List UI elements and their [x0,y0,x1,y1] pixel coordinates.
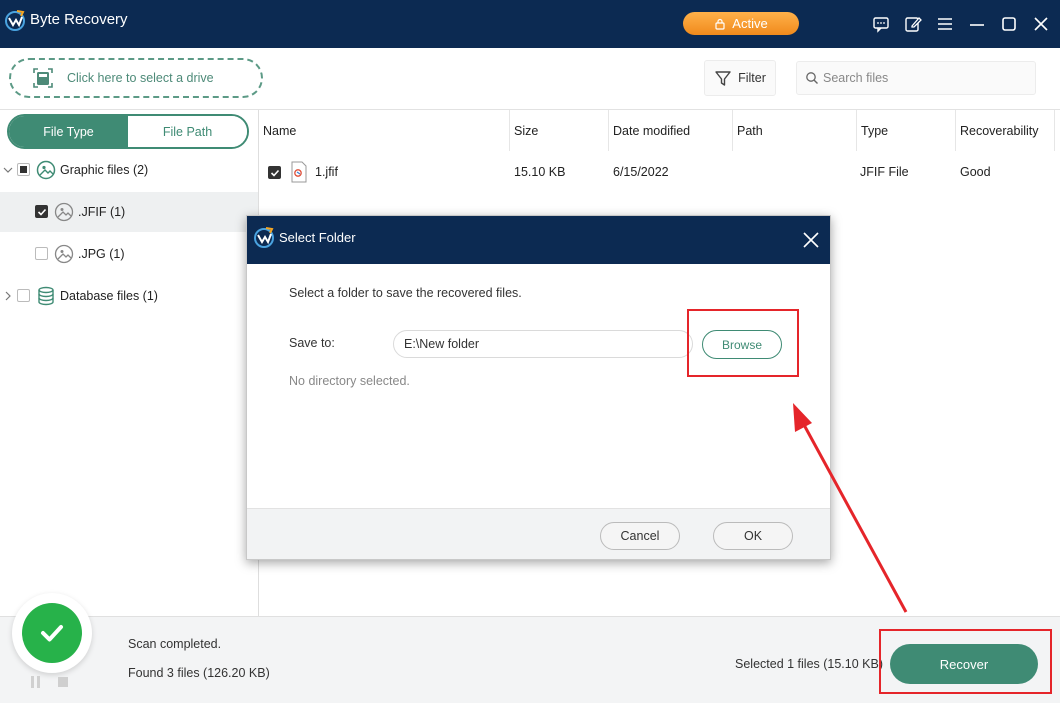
tree-checkbox[interactable] [35,205,48,218]
column-header-type[interactable]: Type [857,110,956,151]
file-recoverability: Good [960,165,991,179]
cancel-button[interactable]: Cancel [600,522,680,550]
filter-button[interactable]: Filter [704,60,776,96]
file-name: 1.jfif [315,165,338,179]
table-row[interactable]: 1.jfif 15.10 KB 6/15/2022 JFIF File Good [259,154,1060,190]
lock-icon [715,18,725,30]
edit-icon[interactable] [903,14,923,34]
file-icon [291,161,307,183]
tree-checkbox[interactable] [17,289,30,302]
tree-item-label: Database files (1) [60,289,158,303]
scan-status-text: Scan completed. [128,637,222,651]
drive-select-button[interactable]: Click here to select a drive [9,58,263,98]
app-title: Byte Recovery [30,11,128,28]
tree-item-jfif[interactable]: .JFIF (1) [0,192,258,232]
tab-file-path[interactable]: File Path [128,116,247,147]
menu-icon[interactable] [935,14,955,34]
filter-icon [715,71,731,86]
dialog-title: Select Folder [279,230,356,245]
minimize-icon[interactable] [967,14,987,34]
search-icon [806,72,818,84]
dialog-title-bar: Select Folder [247,216,830,264]
image-group-icon [36,160,56,180]
directory-hint: No directory selected. [289,374,410,388]
tree-item-jpg[interactable]: .JPG (1) [0,234,258,274]
maximize-icon[interactable] [999,14,1019,34]
dialog-footer: Cancel OK [247,508,830,559]
view-mode-toggle: File Type File Path [7,114,249,149]
filter-label: Filter [738,71,766,85]
image-icon [54,244,74,264]
column-header-name[interactable]: Name [259,110,510,151]
file-type: JFIF File [860,165,909,179]
chevron-down-icon[interactable] [3,165,13,175]
row-checkbox[interactable] [268,166,281,179]
toolbar: Click here to select a drive Filter [0,48,1060,110]
recover-highlight-box [879,629,1052,694]
save-to-label: Save to: [289,336,335,350]
table-header: Name Size Date modified Path Type Recove… [259,110,1060,151]
app-logo-icon [5,10,25,31]
save-path-input[interactable] [393,330,693,358]
search-input[interactable] [823,71,1023,85]
browse-highlight-box [687,309,799,377]
tree-item-database-files[interactable]: Database files (1) [0,276,258,316]
tab-file-type[interactable]: File Type [9,116,128,147]
selected-files-text: Selected 1 files (15.10 KB) [735,657,883,671]
close-icon[interactable] [1031,14,1051,34]
drive-icon [33,68,53,88]
checkmark-icon [41,625,63,642]
found-files-text: Found 3 files (126.20 KB) [128,666,270,680]
sidebar: File Type File Path Graphic files (2) .J… [0,110,259,616]
scan-complete-badge [12,593,92,673]
select-folder-dialog: Select Folder Select a folder to save th… [246,215,831,560]
tree-item-label: .JPG (1) [78,247,125,261]
active-label: Active [732,16,768,31]
dialog-instruction: Select a folder to save the recovered fi… [289,286,522,300]
tree-item-label: .JFIF (1) [78,205,126,219]
tree-item-graphic-files[interactable]: Graphic files (2) [0,150,258,190]
feedback-icon[interactable] [871,14,891,34]
app-logo-icon [254,227,274,248]
tree-checkbox[interactable] [17,163,30,176]
stop-icon[interactable] [58,677,68,687]
image-icon [54,202,74,222]
chevron-right-icon[interactable] [3,291,13,301]
column-header-size[interactable]: Size [510,110,609,151]
drive-select-label: Click here to select a drive [67,71,214,85]
file-date: 6/15/2022 [613,165,669,179]
column-header-recoverability[interactable]: Recoverability [956,110,1055,151]
title-bar: Byte Recovery Active [0,0,1060,48]
close-icon[interactable] [802,231,820,249]
active-license-button[interactable]: Active [683,12,799,35]
tree-item-label: Graphic files (2) [60,163,149,177]
pause-icon[interactable] [30,676,42,688]
database-icon [38,286,54,306]
ok-button[interactable]: OK [713,522,793,550]
file-size: 15.10 KB [514,165,566,179]
tree-checkbox[interactable] [35,247,48,260]
column-header-date[interactable]: Date modified [609,110,733,151]
column-header-path[interactable]: Path [733,110,857,151]
search-box [796,61,1036,95]
